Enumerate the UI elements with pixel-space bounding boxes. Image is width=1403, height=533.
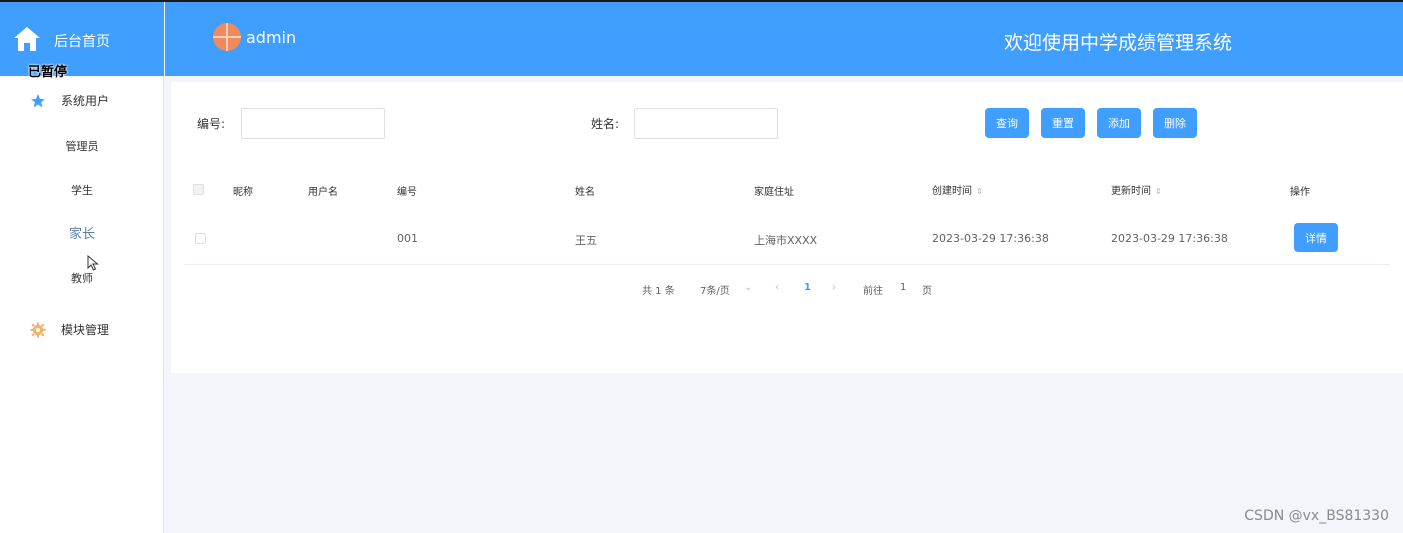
pagination-total: 共 1 条 xyxy=(642,286,675,297)
sidebar-item-admin[interactable]: 管理员 xyxy=(0,132,164,162)
column-header-address: 家庭住址 xyxy=(754,187,794,198)
sidebar: 后台首页 系统用户 管理员 学生 家长 教师 模块管理 xyxy=(0,2,164,533)
name-search-input[interactable] xyxy=(634,108,778,139)
sidebar-item-teacher[interactable]: 教师 xyxy=(0,264,164,294)
id-search-label: 编号: xyxy=(197,117,226,131)
sort-icon[interactable]: ⇕ xyxy=(1155,187,1162,196)
detail-button[interactable]: 详情 xyxy=(1294,223,1338,252)
column-header-nickname: 昵称 xyxy=(233,187,253,198)
id-search-input[interactable] xyxy=(241,108,385,139)
chevron-down-icon[interactable]: ⌄ xyxy=(744,282,752,293)
column-header-name: 姓名 xyxy=(575,187,595,198)
column-header-username: 用户名 xyxy=(308,187,338,198)
name-search-label: 姓名: xyxy=(591,117,620,131)
prev-page-icon[interactable]: ‹ xyxy=(775,282,779,293)
reset-button[interactable]: 重置 xyxy=(1041,108,1085,138)
goto-suffix-label: 页 xyxy=(922,286,932,297)
delete-button[interactable]: 删除 xyxy=(1153,108,1197,138)
system-title: 欢迎使用中学成绩管理系统 xyxy=(1004,32,1233,54)
sidebar-item-parent[interactable]: 家长 xyxy=(0,220,164,250)
menu-group-label: 系统用户 xyxy=(61,94,110,108)
mouse-cursor-icon xyxy=(87,255,99,271)
watermark: CSDN @vx_BS81330 xyxy=(1244,508,1389,524)
sidebar-item-student[interactable]: 学生 xyxy=(0,176,164,206)
column-header-updated[interactable]: 更新时间 ⇕ xyxy=(1111,182,1162,197)
goto-page-input[interactable]: 1 xyxy=(900,282,906,293)
add-button[interactable]: 添加 xyxy=(1097,108,1141,138)
goto-prefix-label: 前往 xyxy=(863,286,883,297)
next-page-icon[interactable]: › xyxy=(832,282,836,293)
current-page-number[interactable]: 1 xyxy=(804,282,811,293)
menu-group-module-management[interactable]: 模块管理 xyxy=(0,315,164,345)
column-header-id: 编号 xyxy=(397,187,417,198)
row-divider xyxy=(184,264,1390,265)
cell-updated: 2023-03-29 17:36:38 xyxy=(1111,232,1228,245)
gear-icon xyxy=(30,322,46,338)
sidebar-home[interactable]: 后台首页 xyxy=(0,2,164,76)
menu-group-label: 模块管理 xyxy=(61,323,110,337)
sort-icon[interactable]: ⇕ xyxy=(976,187,983,196)
column-header-action: 操作 xyxy=(1290,187,1310,198)
cell-name: 王五 xyxy=(575,234,597,247)
star-icon xyxy=(31,94,45,108)
menu-group-system-users[interactable]: 系统用户 xyxy=(0,86,164,116)
top-header: admin 欢迎使用中学成绩管理系统 xyxy=(165,2,1403,76)
row-checkbox[interactable] xyxy=(195,233,206,244)
paused-indicator: 已暂停 xyxy=(28,65,68,80)
page-size-select[interactable]: 7条/页 xyxy=(700,282,730,297)
cell-created: 2023-03-29 17:36:38 xyxy=(932,232,1049,245)
main-content-card: 编号: 姓名: 查询 重置 添加 删除 昵称 用户名 编号 姓名 家庭住址 创建… xyxy=(171,82,1403,373)
cell-address: 上海市XXXX xyxy=(754,234,818,247)
home-icon xyxy=(14,27,40,51)
select-all-checkbox[interactable] xyxy=(193,184,204,195)
avatar[interactable] xyxy=(213,23,241,51)
username-label[interactable]: admin xyxy=(246,28,296,47)
column-header-created[interactable]: 创建时间 ⇕ xyxy=(932,182,983,197)
sidebar-home-label: 后台首页 xyxy=(54,34,110,50)
cell-id: 001 xyxy=(397,232,418,245)
query-button[interactable]: 查询 xyxy=(985,108,1029,138)
